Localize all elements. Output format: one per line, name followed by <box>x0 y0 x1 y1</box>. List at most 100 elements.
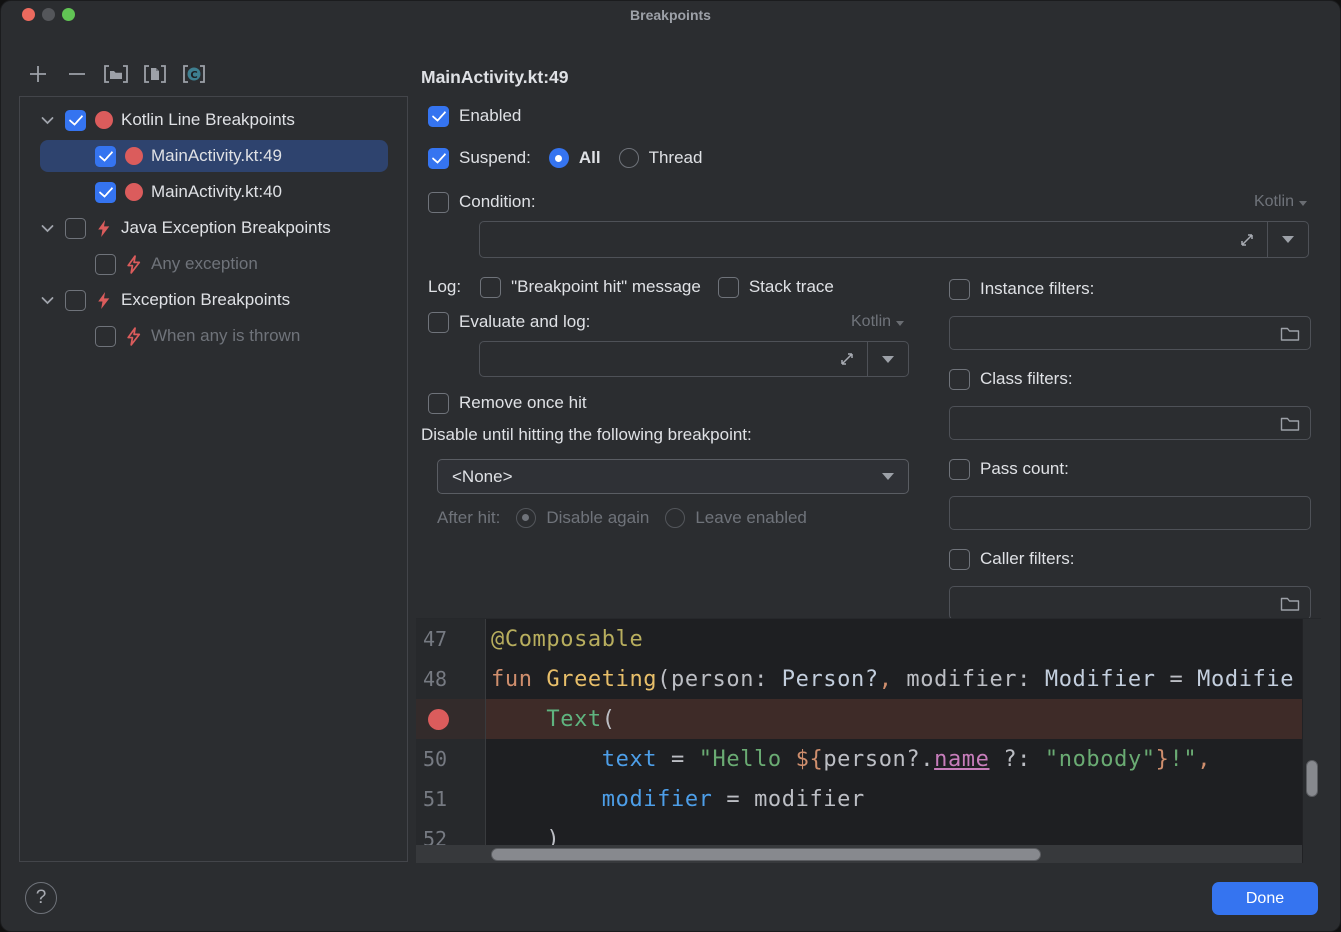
tree-item-mainactivity-kt-40[interactable]: MainActivity.kt:40 <box>20 174 407 210</box>
class-filters-input[interactable] <box>949 406 1311 440</box>
evaluate-input[interactable] <box>479 341 909 377</box>
condition-history-button[interactable] <box>1268 222 1308 257</box>
add-breakpoint-button[interactable] <box>25 61 51 87</box>
tree-expand-chevron[interactable] <box>39 292 55 308</box>
help-button[interactable]: ? <box>25 882 57 914</box>
tree-item-label: Kotlin Line Breakpoints <box>121 110 295 130</box>
log-stack-trace-label: Stack trace <box>749 277 834 297</box>
gutter-cell: 48 <box>416 659 486 699</box>
after-hit-leave-radio[interactable] <box>665 508 685 528</box>
breakpoint-dot-icon[interactable] <box>428 709 449 730</box>
caller-filters-checkbox[interactable] <box>949 549 970 570</box>
code-token <box>491 787 602 812</box>
breakpoint-dot-icon <box>125 147 143 165</box>
browse-button[interactable] <box>1280 325 1300 342</box>
arrow-down-icon <box>882 356 894 363</box>
window-title: Breakpoints <box>1 7 1340 23</box>
remove-once-hit-label: Remove once hit <box>459 393 587 413</box>
group-by-file-button[interactable] <box>103 61 129 87</box>
tree-item-java-exception-breakpoints[interactable]: Java Exception Breakpoints <box>20 210 407 246</box>
after-hit-disable-label: Disable again <box>546 508 649 528</box>
condition-language-selector[interactable]: Kotlin <box>1254 193 1307 211</box>
help-icon: ? <box>36 887 47 909</box>
suspend-thread-radio[interactable] <box>619 148 639 168</box>
exception-bolt-icon <box>95 291 112 310</box>
caller-filters-input[interactable] <box>949 586 1311 620</box>
expand-editor-button[interactable] <box>1227 222 1267 257</box>
breakpoints-toolbar: C <box>25 61 207 87</box>
tree-item-kotlin-line-breakpoints[interactable]: Kotlin Line Breakpoints <box>20 102 407 138</box>
code-token: Modifie <box>1197 667 1294 692</box>
tree-item-checkbox[interactable] <box>65 290 86 311</box>
remove-once-hit-checkbox[interactable] <box>428 393 449 414</box>
code-token: Text <box>546 707 601 732</box>
browse-button[interactable] <box>1280 415 1300 432</box>
browse-button[interactable] <box>1280 595 1300 612</box>
remove-once-hit-row: Remove once hit <box>428 391 587 415</box>
group-by-class-icon: C <box>181 62 207 86</box>
tree-item-checkbox[interactable] <box>95 254 116 275</box>
pass-count-checkbox[interactable] <box>949 459 970 480</box>
code-token: ( <box>602 707 616 732</box>
horizontal-scrollbar-thumb[interactable] <box>491 848 1041 861</box>
instance-filters-input[interactable] <box>949 316 1311 350</box>
code-token: , <box>1197 747 1211 772</box>
disable-until-combobox[interactable]: <None> <box>437 459 909 494</box>
tree-expand-chevron[interactable] <box>39 220 55 236</box>
exception-bolt-icon <box>94 291 113 310</box>
tree-item-exception-breakpoints[interactable]: Exception Breakpoints <box>20 282 407 318</box>
tree-item-label: MainActivity.kt:40 <box>151 182 282 202</box>
tree-item-checkbox[interactable] <box>65 218 86 239</box>
pass-count-input[interactable] <box>949 496 1311 530</box>
breakpoint-dot-icon <box>95 111 113 129</box>
code-preview: 47@Composable48fun Greeting(person: Pers… <box>416 618 1321 863</box>
filter-group-caller-filters: Caller filters: <box>949 547 1311 620</box>
disable-until-label: Disable until hitting the following brea… <box>421 425 752 445</box>
exception-bolt-outline-icon <box>125 255 142 274</box>
evaluate-checkbox[interactable] <box>428 312 449 333</box>
gutter-cell: 47 <box>416 619 486 659</box>
code-token: text <box>602 747 657 772</box>
evaluate-language-selector[interactable]: Kotlin <box>851 313 904 331</box>
chevron-down-icon <box>41 296 54 305</box>
code-token: fun <box>491 667 546 692</box>
log-message-checkbox[interactable] <box>480 277 501 298</box>
group-by-package-button[interactable] <box>142 61 168 87</box>
breakpoint-dot-icon <box>124 147 143 166</box>
exception-bolt-icon <box>94 219 113 238</box>
after-hit-label: After hit: <box>437 508 500 528</box>
evaluate-label: Evaluate and log: <box>459 312 590 332</box>
horizontal-scrollbar <box>416 845 1303 863</box>
evaluate-history-button[interactable] <box>868 342 908 376</box>
group-by-class-button[interactable]: C <box>181 61 207 87</box>
code-token: name <box>934 747 989 772</box>
suspend-all-radio[interactable] <box>549 148 569 168</box>
expand-editor-button[interactable] <box>827 342 867 376</box>
done-button[interactable]: Done <box>1212 882 1318 915</box>
vertical-scrollbar-thumb[interactable] <box>1306 760 1318 797</box>
chevron-down-icon <box>896 321 904 326</box>
tree-item-when-any-is-thrown[interactable]: When any is thrown <box>20 318 407 354</box>
tree-item-checkbox[interactable] <box>95 326 116 347</box>
code-token: @Composable <box>491 627 643 652</box>
code-line: 51 modifier = modifier <box>416 779 1321 819</box>
log-stack-trace-checkbox[interactable] <box>718 277 739 298</box>
tree-item-any-exception[interactable]: Any exception <box>20 246 407 282</box>
condition-checkbox[interactable] <box>428 192 449 213</box>
tree-item-checkbox[interactable] <box>65 110 86 131</box>
enabled-checkbox[interactable] <box>428 106 449 127</box>
tree-item-checkbox[interactable] <box>95 146 116 167</box>
tree-item-checkbox[interactable] <box>95 182 116 203</box>
condition-input[interactable] <box>479 221 1309 258</box>
suspend-checkbox[interactable] <box>428 148 449 169</box>
suspend-row: Suspend: All Thread <box>428 146 702 170</box>
tree-item-mainactivity-kt-49[interactable]: MainActivity.kt:49 <box>20 138 407 174</box>
tree-item-label: Exception Breakpoints <box>121 290 290 310</box>
remove-breakpoint-button[interactable] <box>64 61 90 87</box>
tree-expand-chevron[interactable] <box>39 112 55 128</box>
gutter-cell[interactable] <box>416 699 486 739</box>
after-hit-disable-radio[interactable] <box>516 508 536 528</box>
breakpoint-dot-icon <box>124 183 143 202</box>
instance-filters-checkbox[interactable] <box>949 279 970 300</box>
class-filters-checkbox[interactable] <box>949 369 970 390</box>
